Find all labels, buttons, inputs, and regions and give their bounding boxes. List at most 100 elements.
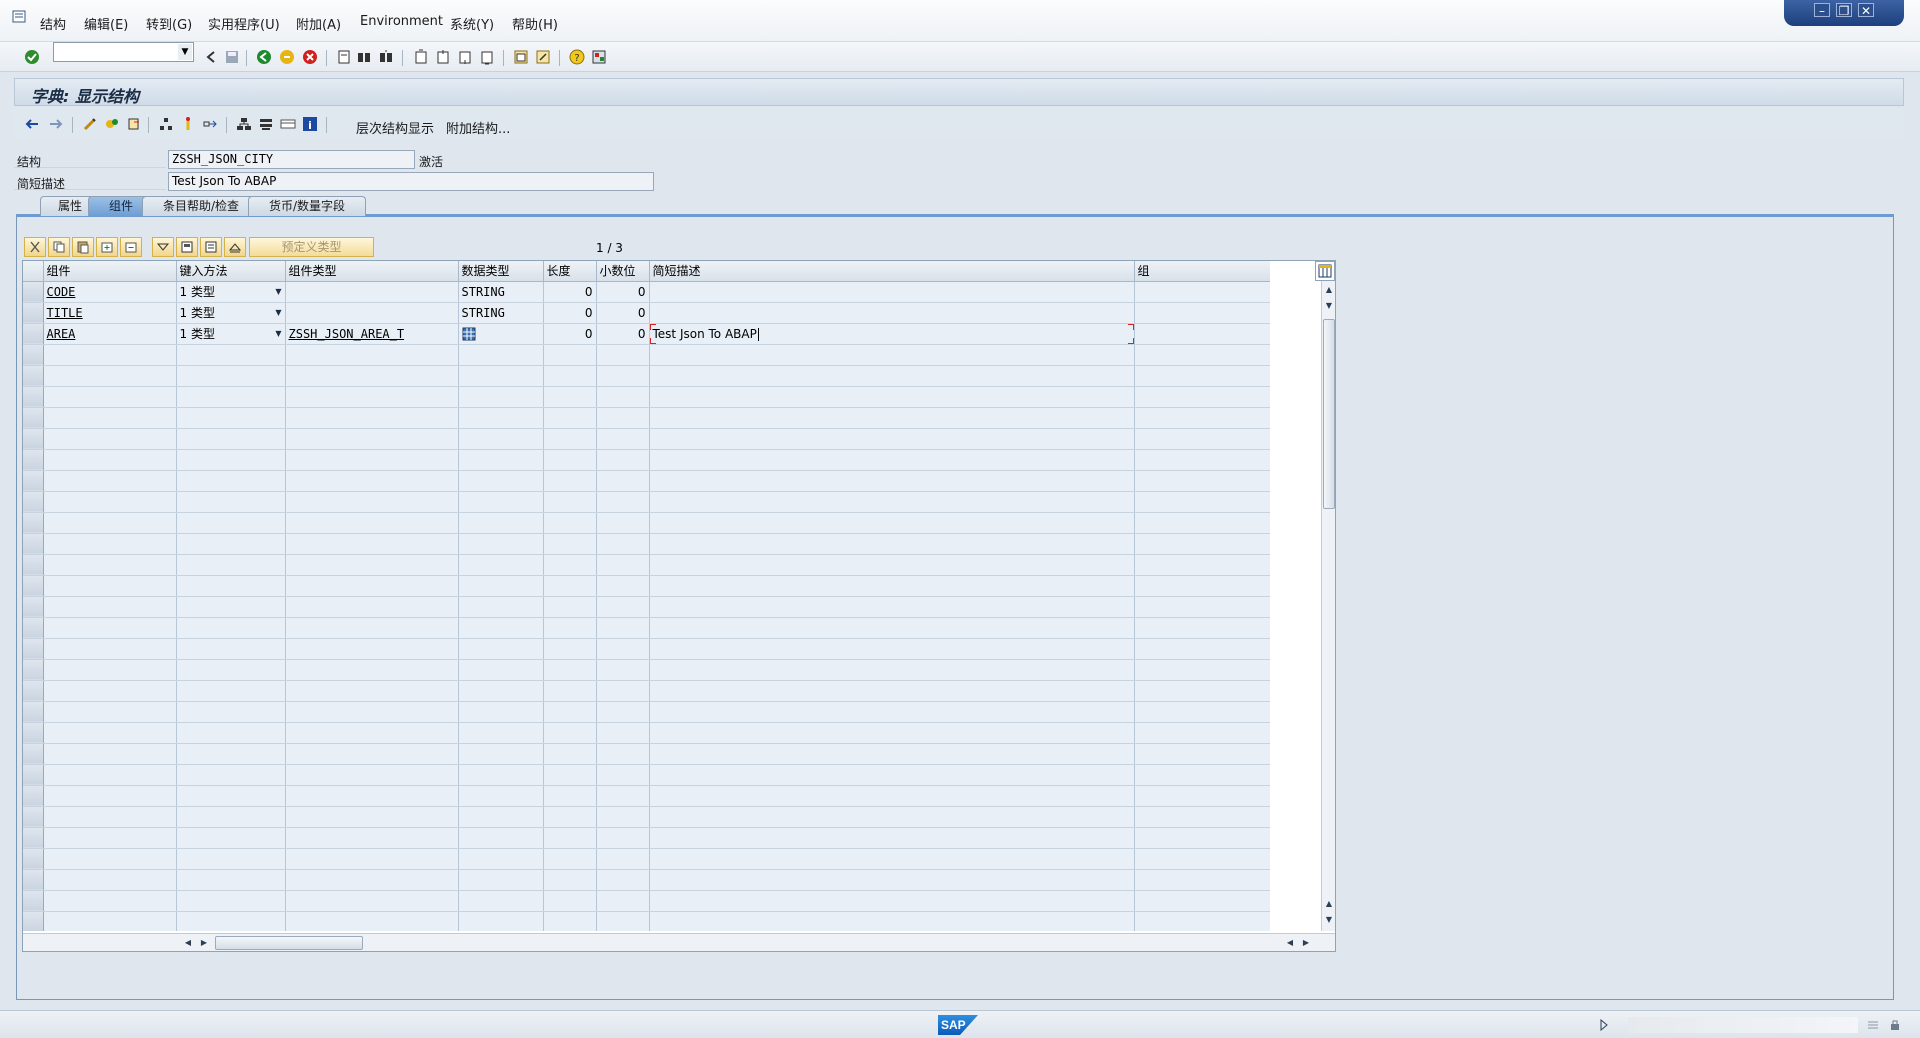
menu-system[interactable]: 系统(Y) bbox=[450, 14, 494, 33]
menu-edit[interactable]: 编辑(E) bbox=[84, 14, 128, 33]
empty-cell[interactable] bbox=[285, 680, 459, 702]
column-header-typing-method[interactable]: 键入方法 bbox=[176, 261, 286, 282]
empty-cell[interactable] bbox=[458, 449, 544, 471]
collapse-status-icon[interactable] bbox=[1866, 1018, 1880, 1032]
empty-cell[interactable] bbox=[596, 596, 650, 618]
empty-cell[interactable] bbox=[176, 512, 286, 534]
empty-cell[interactable] bbox=[596, 617, 650, 639]
empty-cell[interactable] bbox=[596, 638, 650, 660]
horizontal-scroll-thumb[interactable] bbox=[215, 936, 363, 950]
empty-cell[interactable] bbox=[1134, 890, 1270, 912]
empty-cell[interactable] bbox=[285, 533, 459, 555]
empty-cell[interactable] bbox=[285, 596, 459, 618]
empty-cell[interactable] bbox=[176, 869, 286, 891]
empty-cell[interactable] bbox=[176, 806, 286, 828]
empty-cell[interactable] bbox=[43, 533, 177, 555]
empty-cell[interactable] bbox=[458, 701, 544, 723]
row-selector[interactable] bbox=[23, 470, 44, 492]
append-structure-button[interactable]: 附加结构... bbox=[446, 118, 510, 137]
empty-cell[interactable] bbox=[43, 512, 177, 534]
vertical-scroll-thumb[interactable] bbox=[1323, 319, 1335, 509]
empty-cell[interactable] bbox=[596, 680, 650, 702]
empty-cell[interactable] bbox=[176, 722, 286, 744]
empty-cell[interactable] bbox=[43, 680, 177, 702]
collapse-button[interactable] bbox=[224, 237, 246, 257]
menu-extras[interactable]: 附加(A) bbox=[296, 14, 341, 33]
exit-icon[interactable] bbox=[279, 49, 295, 65]
empty-cell[interactable] bbox=[543, 890, 597, 912]
empty-cell[interactable] bbox=[458, 785, 544, 807]
empty-cell[interactable] bbox=[285, 617, 459, 639]
component-type-cell[interactable] bbox=[285, 281, 459, 303]
empty-cell[interactable] bbox=[176, 470, 286, 492]
where-used-icon[interactable] bbox=[158, 116, 174, 132]
scroll-up-icon[interactable]: ▲ bbox=[1322, 283, 1336, 297]
find-icon[interactable] bbox=[356, 49, 372, 65]
empty-cell[interactable] bbox=[285, 785, 459, 807]
empty-cell[interactable] bbox=[285, 827, 459, 849]
component-cell[interactable]: AREA bbox=[43, 323, 177, 345]
row-selector[interactable] bbox=[23, 428, 44, 450]
empty-cell[interactable] bbox=[1134, 386, 1270, 408]
empty-cell[interactable] bbox=[285, 764, 459, 786]
empty-cell[interactable] bbox=[543, 722, 597, 744]
menu-help[interactable]: 帮助(H) bbox=[512, 14, 558, 33]
empty-cell[interactable] bbox=[1134, 491, 1270, 513]
empty-cell[interactable] bbox=[1134, 911, 1270, 931]
empty-cell[interactable] bbox=[285, 911, 459, 931]
empty-cell[interactable] bbox=[176, 449, 286, 471]
empty-cell[interactable] bbox=[543, 407, 597, 429]
empty-cell[interactable] bbox=[1134, 680, 1270, 702]
empty-cell[interactable] bbox=[649, 911, 1135, 931]
short-description-cell[interactable] bbox=[649, 281, 1135, 303]
empty-cell[interactable] bbox=[43, 722, 177, 744]
tab-currency-quantity[interactable]: 货币/数量字段 bbox=[248, 196, 366, 216]
empty-cell[interactable] bbox=[1134, 533, 1270, 555]
empty-cell[interactable] bbox=[543, 344, 597, 366]
empty-cell[interactable] bbox=[543, 533, 597, 555]
empty-cell[interactable] bbox=[43, 764, 177, 786]
row-selector[interactable] bbox=[23, 638, 44, 660]
empty-cell[interactable] bbox=[596, 575, 650, 597]
empty-cell[interactable] bbox=[596, 407, 650, 429]
empty-cell[interactable] bbox=[1134, 869, 1270, 891]
empty-cell[interactable] bbox=[596, 512, 650, 534]
empty-cell[interactable] bbox=[285, 470, 459, 492]
row-selector[interactable] bbox=[23, 701, 44, 723]
row-selector[interactable] bbox=[23, 869, 44, 891]
scroll-down-icon[interactable]: ▼ bbox=[1322, 299, 1336, 313]
length-cell[interactable]: 0 bbox=[543, 281, 597, 303]
empty-cell[interactable] bbox=[458, 512, 544, 534]
empty-cell[interactable] bbox=[649, 386, 1135, 408]
paste-row-button[interactable] bbox=[72, 237, 94, 257]
empty-cell[interactable] bbox=[43, 617, 177, 639]
row-selector[interactable] bbox=[23, 302, 44, 324]
row-selector[interactable] bbox=[23, 281, 44, 303]
row-selector[interactable] bbox=[23, 323, 44, 345]
scroll-right-icon[interactable]: ▶ bbox=[197, 936, 211, 950]
empty-cell[interactable] bbox=[1134, 806, 1270, 828]
empty-cell[interactable] bbox=[649, 827, 1135, 849]
shortcut-icon[interactable] bbox=[535, 49, 551, 65]
menu-goto[interactable]: 转到(G) bbox=[146, 14, 192, 33]
component-name[interactable]: TITLE bbox=[47, 306, 83, 320]
empty-cell[interactable] bbox=[285, 701, 459, 723]
empty-cell[interactable] bbox=[649, 764, 1135, 786]
details-button[interactable] bbox=[200, 237, 222, 257]
empty-cell[interactable] bbox=[458, 491, 544, 513]
empty-cell[interactable] bbox=[458, 533, 544, 555]
empty-cell[interactable] bbox=[596, 386, 650, 408]
row-selector[interactable] bbox=[23, 617, 44, 639]
empty-cell[interactable] bbox=[176, 365, 286, 387]
empty-cell[interactable] bbox=[43, 449, 177, 471]
empty-cell[interactable] bbox=[285, 491, 459, 513]
row-selector[interactable] bbox=[23, 827, 44, 849]
empty-cell[interactable] bbox=[43, 365, 177, 387]
sort-button[interactable] bbox=[152, 237, 174, 257]
empty-cell[interactable] bbox=[596, 491, 650, 513]
empty-cell[interactable] bbox=[596, 449, 650, 471]
empty-cell[interactable] bbox=[1134, 596, 1270, 618]
group-cell[interactable] bbox=[1134, 302, 1270, 324]
empty-cell[interactable] bbox=[43, 491, 177, 513]
minimize-button[interactable]: – bbox=[1814, 3, 1830, 18]
